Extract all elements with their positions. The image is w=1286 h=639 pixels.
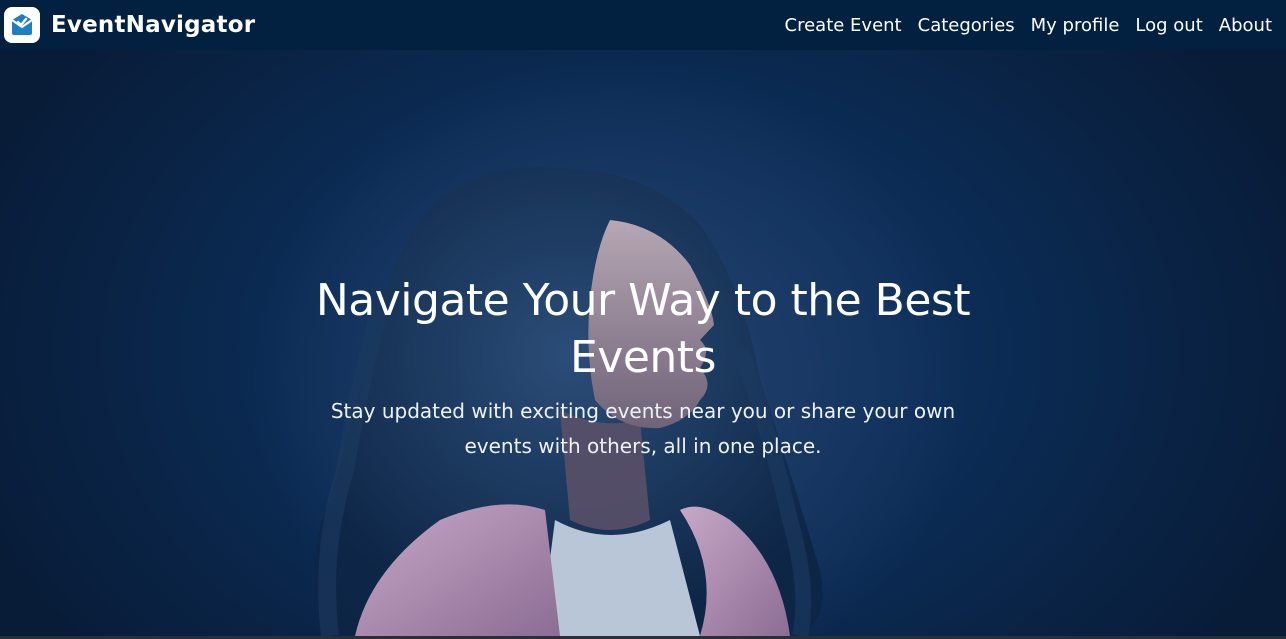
- nav-about[interactable]: About: [1219, 15, 1272, 36]
- nav-links: Create Event Categories My profile Log o…: [769, 15, 1272, 36]
- brand-link[interactable]: EventNavigator: [4, 7, 255, 43]
- hero-section: Navigate Your Way to the Best Events Sta…: [0, 50, 1286, 636]
- hero-text-block: Navigate Your Way to the Best Events Sta…: [300, 272, 986, 464]
- hero-title: Navigate Your Way to the Best Events: [315, 275, 971, 383]
- envelope-check-icon: [4, 7, 40, 43]
- nav-categories[interactable]: Categories: [918, 15, 1015, 36]
- top-navbar: EventNavigator Create Event Categories M…: [0, 0, 1286, 50]
- hero-subtitle: Stay updated with exciting events near y…: [330, 399, 956, 458]
- nav-create-event[interactable]: Create Event: [785, 15, 902, 36]
- brand-name: EventNavigator: [51, 12, 256, 38]
- nav-my-profile[interactable]: My profile: [1031, 15, 1120, 36]
- nav-log-out[interactable]: Log out: [1135, 15, 1202, 36]
